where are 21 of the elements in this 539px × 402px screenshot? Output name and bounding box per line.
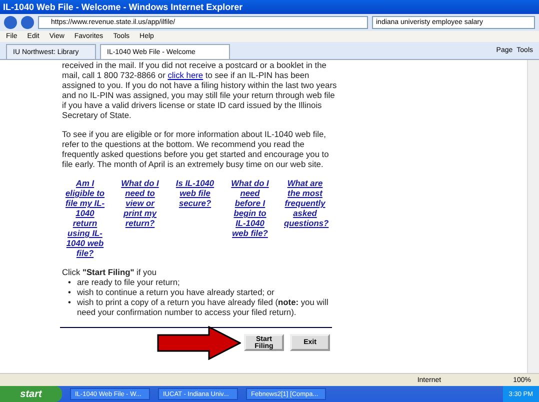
link[interactable]: click here — [168, 70, 204, 80]
paragraph: To see if you are eligible or for more information about IL-1040 web file, refer to the questions at the bottom. We recommend you read the frequently asked questions before you get started and encourage you to file early. The month of April is an extremely busy time on our web site. — [62, 129, 330, 169]
list-item: wish to print a copy of a return you have already filed (note: you will need your confirmation number to access your filed return). — [76, 297, 330, 317]
question-link[interactable]: Am I eligible to file my IL-1040 return using IL-1040 web file? — [62, 178, 108, 258]
question-link[interactable]: What are the most frequently asked questions? — [282, 178, 328, 228]
instruction-text: Click "Start Filing" if you — [62, 267, 157, 277]
question-link[interactable]: What do I need to view or print my return? — [117, 178, 163, 228]
paragraph: received in the mail. If you did not receive a postcard or a booklet in the mail, call 1 800 732-8866 or click here to see if an IL-PIN has been assigned to you. If you do not have a filing history within the last two years and no IL-PIN was assigned, you may still file your return through web file if you have a valid drivers license or state ID card issued by the Illinois Secretary of State. — [62, 60, 338, 120]
window-title: IL-1040 Web File - Welcome - Windows Internet Explorer — [3, 2, 243, 12]
bullet-mark: • — [68, 297, 71, 309]
list-item: wish to continue a return you have already started; or — [76, 287, 274, 297]
back-button[interactable] — [4, 16, 17, 29]
arrow-icon — [157, 326, 241, 360]
forward-button[interactable] — [21, 16, 34, 29]
list-item: are ready to file your return; — [76, 277, 180, 287]
bullet-mark: • — [68, 287, 71, 297]
start-button[interactable]: start — [0, 386, 62, 402]
question-link[interactable]: Is IL-1040 web file secure? — [172, 178, 218, 208]
question-link[interactable]: What do I need before I begin to IL-1040 web file? — [227, 178, 273, 238]
bullet-mark: • — [68, 277, 71, 287]
scrollbar[interactable] — [527, 60, 539, 373]
